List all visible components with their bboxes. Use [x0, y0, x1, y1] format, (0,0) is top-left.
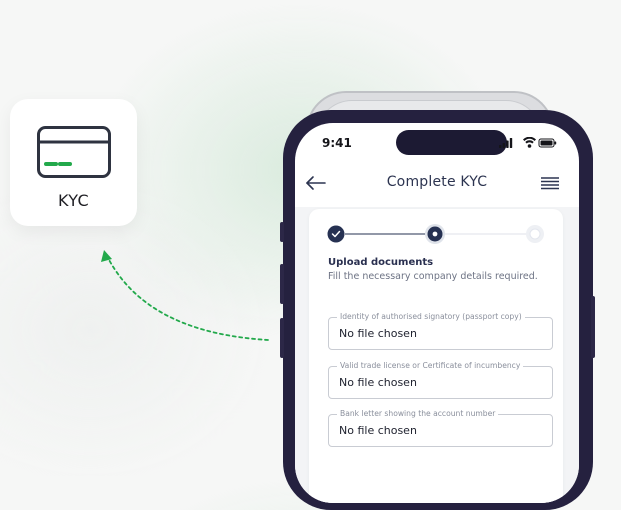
form-title: Upload documents: [328, 257, 434, 268]
credit-card-icon: [37, 126, 111, 178]
wifi-icon: [523, 137, 536, 148]
content-area: Upload documents Fill the necessary comp…: [295, 207, 579, 503]
progress-stepper: [327, 224, 544, 244]
passport-upload-value: No file chosen: [339, 327, 417, 340]
battery-icon: [538, 138, 557, 148]
kyc-app-tile[interactable]: KYC: [10, 99, 137, 226]
status-time: 9:41: [322, 136, 352, 150]
bank-letter-upload-value: No file chosen: [339, 424, 417, 437]
phone-volume-down-button: [280, 318, 284, 358]
phone-screen: 9:41 Complete KYC Upload documents Fill …: [295, 123, 579, 503]
trade-license-upload-value: No file chosen: [339, 376, 417, 389]
step-current-icon: [425, 224, 445, 244]
phone-volume-up-button: [280, 264, 284, 304]
form-subtitle: Fill the necessary company details requi…: [328, 271, 538, 282]
app-header: Complete KYC: [295, 159, 579, 209]
status-icons: [499, 137, 557, 148]
upload-form-card: Upload documents Fill the necessary comp…: [309, 209, 563, 503]
menu-icon[interactable]: [540, 176, 560, 191]
passport-upload-field[interactable]: Identity of authorised signatory (passpo…: [328, 312, 553, 350]
kyc-tile-label: KYC: [58, 191, 89, 210]
step-completed-icon: [327, 225, 345, 243]
phone-side-button: [280, 222, 284, 242]
phone-power-button: [591, 296, 595, 358]
step-upcoming-icon: [526, 225, 544, 243]
page-title: Complete KYC: [386, 174, 488, 190]
trade-license-upload-field[interactable]: Valid trade license or Certificate of in…: [328, 361, 553, 399]
trade-license-upload-label: Valid trade license or Certificate of in…: [337, 361, 524, 370]
bank-letter-upload-field[interactable]: Bank letter showing the account number N…: [328, 409, 553, 447]
bank-letter-upload-label: Bank letter showing the account number: [337, 409, 499, 418]
signal-icon: [499, 138, 513, 148]
dynamic-island: [396, 130, 507, 155]
passport-upload-label: Identity of authorised signatory (passpo…: [337, 312, 525, 321]
